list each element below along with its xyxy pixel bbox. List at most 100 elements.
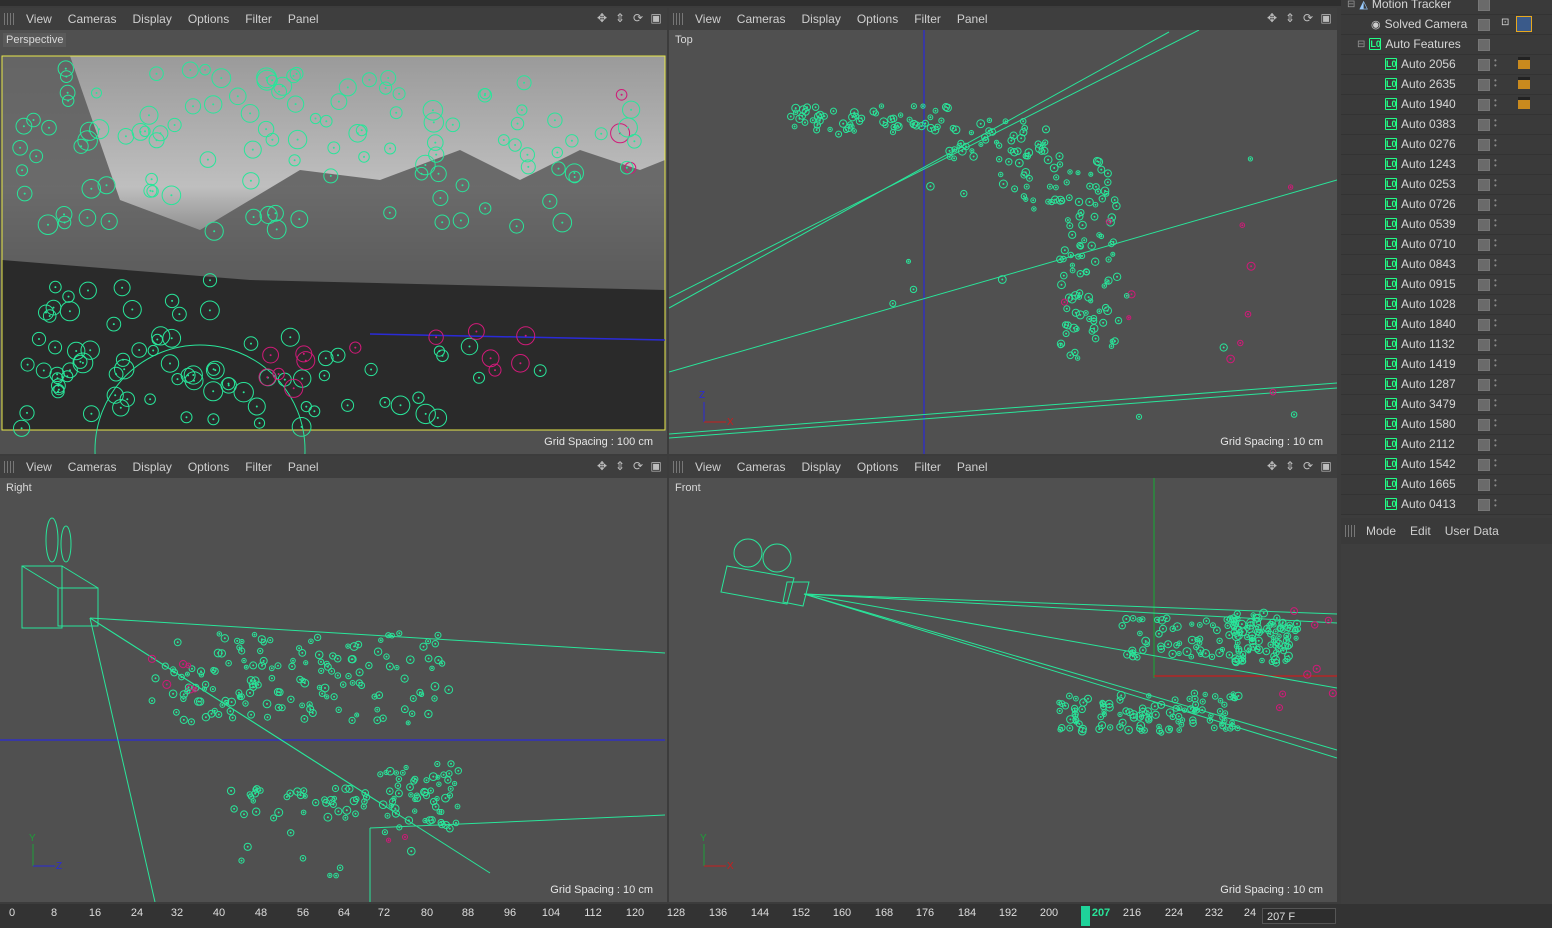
menu-filter[interactable]: Filter <box>906 460 949 474</box>
zoom-view-icon[interactable]: ⇕ <box>613 11 627 25</box>
feature-row[interactable]: L0 Auto 0539 • • <box>1341 214 1552 235</box>
viewport-canvas[interactable]: Z X Top Grid Spacing : 10 cm <box>669 30 1337 454</box>
grip-icon[interactable] <box>673 13 683 25</box>
visibility-toggle[interactable] <box>1478 139 1490 151</box>
menu-view[interactable]: View <box>687 12 729 26</box>
render-dots-icon[interactable]: • • <box>1494 297 1498 310</box>
visibility-toggle[interactable] <box>1478 359 1490 371</box>
feature-row[interactable]: L0 Auto 0383 • • <box>1341 114 1552 135</box>
render-dots-icon[interactable]: • • <box>1494 457 1498 470</box>
feature-row[interactable]: L0 Auto 0915 • • <box>1341 274 1552 295</box>
maximize-view-icon[interactable]: ▣ <box>1319 459 1333 473</box>
visibility-toggle[interactable] <box>1478 319 1490 331</box>
maximize-view-icon[interactable]: ▣ <box>649 11 663 25</box>
feature-row[interactable]: L0 Auto 0726 • • <box>1341 194 1552 215</box>
menu-view[interactable]: View <box>18 460 60 474</box>
visibility-toggle[interactable] <box>1478 59 1490 71</box>
feature-row[interactable]: L0 Auto 2112 • • <box>1341 434 1552 455</box>
menu-display[interactable]: Display <box>124 460 179 474</box>
move-view-icon[interactable]: ✥ <box>595 11 609 25</box>
feature-row[interactable]: L0 Auto 0710 • • <box>1341 234 1552 255</box>
menu-options[interactable]: Options <box>849 460 906 474</box>
feature-row[interactable]: L0 Auto 2056 • • <box>1341 54 1552 75</box>
object-row-auto-features[interactable]: ⊟ L0 Auto Features <box>1341 34 1552 55</box>
render-dots-icon[interactable]: • • <box>1494 177 1498 190</box>
render-dots-icon[interactable]: • • <box>1494 497 1498 510</box>
menu-edit[interactable]: Edit <box>1403 524 1438 538</box>
visibility-toggle[interactable] <box>1478 299 1490 311</box>
visibility-toggle[interactable] <box>1478 499 1490 511</box>
rotate-view-icon[interactable]: ⟳ <box>1301 11 1315 25</box>
visibility-toggle[interactable] <box>1478 379 1490 391</box>
render-dots-icon[interactable]: • • <box>1494 197 1498 210</box>
menu-display[interactable]: Display <box>793 460 848 474</box>
rotate-view-icon[interactable]: ⟳ <box>631 11 645 25</box>
move-view-icon[interactable]: ✥ <box>1265 11 1279 25</box>
visibility-toggle[interactable] <box>1478 0 1490 11</box>
visibility-toggle[interactable] <box>1478 219 1490 231</box>
visibility-toggle[interactable] <box>1478 119 1490 131</box>
visibility-toggle[interactable] <box>1478 339 1490 351</box>
menu-cameras[interactable]: Cameras <box>729 12 794 26</box>
render-dots-icon[interactable]: • • <box>1494 377 1498 390</box>
visibility-toggle[interactable] <box>1478 279 1490 291</box>
render-dots-icon[interactable]: • • <box>1494 237 1498 250</box>
zoom-view-icon[interactable]: ⇕ <box>1283 11 1297 25</box>
render-dots-icon[interactable]: • • <box>1494 137 1498 150</box>
viewport-canvas[interactable]: Perspective Grid Spacing : 100 cm <box>0 30 667 454</box>
grip-icon[interactable] <box>4 13 14 25</box>
visibility-toggle[interactable] <box>1478 399 1490 411</box>
menu-panel[interactable]: Panel <box>949 460 996 474</box>
render-dots-icon[interactable]: • • <box>1494 257 1498 270</box>
menu-panel[interactable]: Panel <box>280 12 327 26</box>
move-view-icon[interactable]: ✥ <box>595 459 609 473</box>
menu-panel[interactable]: Panel <box>280 460 327 474</box>
move-view-icon[interactable]: ✥ <box>1265 459 1279 473</box>
viewport-canvas[interactable]: Y Z Right Grid Spacing : 10 cm <box>0 478 667 902</box>
menu-cameras[interactable]: Cameras <box>60 460 125 474</box>
viewport-right[interactable]: View Cameras Display Options Filter Pane… <box>0 456 667 902</box>
render-dots-icon[interactable]: • • <box>1494 317 1498 330</box>
render-dots-icon[interactable]: • • <box>1494 337 1498 350</box>
viewport-top[interactable]: View Cameras Display Options Filter Pane… <box>669 8 1337 454</box>
feature-row[interactable]: L0 Auto 1665 • • <box>1341 474 1552 495</box>
menu-display[interactable]: Display <box>124 12 179 26</box>
visibility-toggle[interactable] <box>1478 179 1490 191</box>
feature-row[interactable]: L0 Auto 1940 • • <box>1341 94 1552 115</box>
feature-row[interactable]: L0 Auto 0843 • • <box>1341 254 1552 275</box>
render-dots-icon[interactable]: • • <box>1494 277 1498 290</box>
visibility-toggle[interactable] <box>1478 239 1490 251</box>
menu-panel[interactable]: Panel <box>949 12 996 26</box>
feature-row[interactable]: L0 Auto 3479 • • <box>1341 394 1552 415</box>
menu-cameras[interactable]: Cameras <box>60 12 125 26</box>
object-row-solved-camera[interactable]: ◉ Solved Camera ⊡ <box>1341 14 1552 35</box>
feature-row[interactable]: L0 Auto 2635 • • <box>1341 74 1552 95</box>
visibility-toggle[interactable] <box>1478 39 1490 51</box>
feature-row[interactable]: L0 Auto 1132 • • <box>1341 334 1552 355</box>
feature-row[interactable]: L0 Auto 1419 • • <box>1341 354 1552 375</box>
render-dots-icon[interactable]: • • <box>1494 477 1498 490</box>
menu-view[interactable]: View <box>687 460 729 474</box>
visibility-toggle[interactable] <box>1478 259 1490 271</box>
clapper-tag-icon[interactable] <box>1518 77 1530 89</box>
visibility-toggle[interactable] <box>1478 19 1490 31</box>
viewport-perspective[interactable]: View Cameras Display Options Filter Pane… <box>0 8 667 454</box>
feature-row[interactable]: L0 Auto 1580 • • <box>1341 414 1552 435</box>
clapper-tag-icon[interactable] <box>1518 97 1530 109</box>
feature-row[interactable]: L0 Auto 1028 • • <box>1341 294 1552 315</box>
render-dots-icon[interactable]: • • <box>1494 117 1498 130</box>
current-frame-field[interactable]: 207 F <box>1262 908 1336 924</box>
visibility-toggle[interactable] <box>1478 419 1490 431</box>
menu-options[interactable]: Options <box>849 12 906 26</box>
grip-icon[interactable] <box>673 461 683 473</box>
feature-row[interactable]: L0 Auto 1287 • • <box>1341 374 1552 395</box>
collapse-icon[interactable]: ⊟ <box>1357 39 1365 50</box>
menu-cameras[interactable]: Cameras <box>729 460 794 474</box>
grip-icon[interactable] <box>4 461 14 473</box>
render-dots-icon[interactable]: • • <box>1494 97 1498 110</box>
zoom-view-icon[interactable]: ⇕ <box>613 459 627 473</box>
menu-user-data[interactable]: User Data <box>1438 524 1506 538</box>
feature-row[interactable]: L0 Auto 0276 • • <box>1341 134 1552 155</box>
menu-filter[interactable]: Filter <box>237 12 280 26</box>
render-dots-icon[interactable]: • • <box>1494 397 1498 410</box>
